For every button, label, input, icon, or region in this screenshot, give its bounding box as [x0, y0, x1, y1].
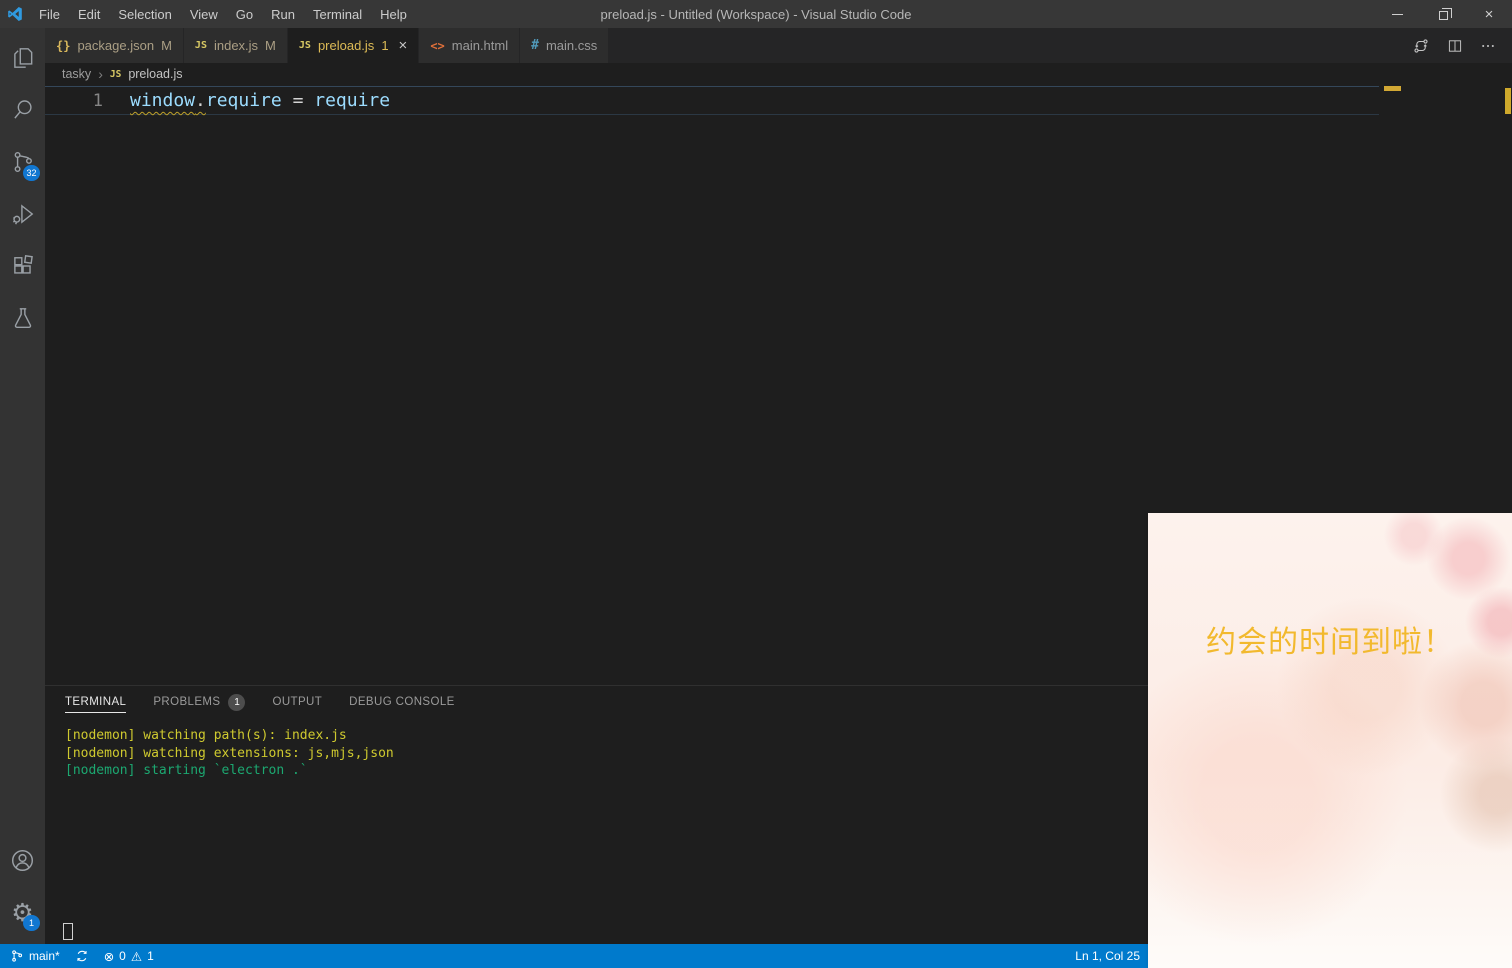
tab-bar: {} package.json M JS index.js M JS prelo… — [45, 28, 1512, 63]
git-modified-badge: M — [161, 38, 172, 53]
restore-icon — [1438, 7, 1452, 20]
settings-badge: 1 — [23, 915, 40, 931]
tab-main-html[interactable]: <> main.html — [419, 28, 521, 63]
overlay-app-window: 约会的时间到啦！ — [1148, 513, 1512, 968]
close-tab-button[interactable]: × — [399, 37, 408, 54]
window-controls: × — [1374, 0, 1512, 28]
vscode-logo-icon — [0, 6, 30, 22]
branch-icon — [12, 950, 23, 962]
tab-preload-js[interactable]: JS preload.js 1 × — [287, 28, 420, 63]
open-changes-icon[interactable] — [1412, 37, 1430, 55]
sidebar-item-explorer[interactable] — [0, 32, 45, 84]
sidebar-item-run-debug[interactable] — [0, 188, 45, 240]
extensions-icon — [10, 253, 36, 279]
git-modified-badge: M — [265, 38, 276, 53]
error-count: 0 — [119, 949, 126, 963]
warning-count: 1 — [147, 949, 154, 963]
account-icon — [9, 847, 36, 874]
split-editor-icon[interactable] — [1447, 38, 1463, 54]
panel-tab-label: DEBUG CONSOLE — [349, 696, 455, 708]
panel-tab-label: OUTPUT — [272, 696, 323, 708]
problems-status[interactable]: ⊗ 0 ⚠ 1 — [104, 949, 154, 964]
more-actions-icon[interactable] — [1480, 38, 1496, 54]
breadcrumb-folder[interactable]: tasky — [62, 67, 91, 81]
panel-tab-terminal[interactable]: TERMINAL — [65, 686, 127, 718]
menu-item-go[interactable]: Go — [227, 7, 262, 22]
minimize-icon — [1391, 13, 1403, 15]
tab-index-js[interactable]: JS index.js M — [183, 28, 288, 63]
sync-status[interactable] — [75, 949, 89, 963]
menu-item-edit[interactable]: Edit — [69, 7, 109, 22]
js-file-icon: JS — [109, 68, 122, 80]
warning-icon: ⚠ — [130, 948, 143, 964]
window-title: preload.js - Untitled (Workspace) - Visu… — [600, 6, 912, 22]
tab-label: main.html — [451, 38, 509, 53]
warning-squiggle: window. — [130, 90, 206, 111]
tab-main-css[interactable]: # main.css — [520, 28, 610, 63]
cursor-position[interactable]: Ln 1, Col 25 — [1075, 949, 1140, 963]
run-debug-icon — [10, 201, 36, 227]
sidebar-item-source-control[interactable]: 32 — [0, 136, 45, 188]
json-file-icon: {} — [56, 38, 71, 53]
code-line-1[interactable]: 1 window.require = require — [45, 86, 390, 115]
chevron-right-icon: › — [98, 66, 103, 82]
files-icon — [10, 45, 36, 71]
menu-item-help[interactable]: Help — [371, 7, 416, 22]
sidebar-item-testing[interactable] — [0, 292, 45, 344]
menu-item-terminal[interactable]: Terminal — [304, 7, 371, 22]
panel-tab-problems[interactable]: PROBLEMS 1 — [153, 686, 246, 718]
panel-tab-output[interactable]: OUTPUT — [272, 686, 322, 718]
js-file-icon: JS — [298, 40, 311, 51]
tab-label: main.css — [545, 38, 598, 53]
sync-icon — [77, 950, 87, 962]
breadcrumb-file[interactable]: preload.js — [128, 67, 182, 81]
panel-tab-debug-console[interactable]: DEBUG CONSOLE — [349, 686, 455, 718]
terminal-cursor — [63, 923, 73, 940]
breadcrumb: tasky › JS preload.js — [45, 63, 1512, 85]
menu-bar: File Edit Selection View Go Run Terminal… — [30, 0, 416, 28]
menu-item-file[interactable]: File — [30, 7, 69, 22]
menu-item-view[interactable]: View — [181, 7, 227, 22]
problems-badge: 1 — [228, 693, 246, 711]
sidebar-item-search[interactable] — [0, 84, 45, 136]
tab-label: index.js — [213, 38, 259, 53]
editor-actions — [1412, 28, 1512, 63]
code-text: window.require = require — [130, 90, 391, 111]
minimap-line-marker — [1384, 86, 1401, 91]
tab-package-json[interactable]: {} package.json M — [45, 28, 184, 63]
sidebar-item-accounts[interactable] — [0, 834, 45, 886]
menu-item-run[interactable]: Run — [262, 7, 304, 22]
close-button[interactable]: × — [1466, 0, 1512, 28]
title-bar: File Edit Selection View Go Run Terminal… — [0, 0, 1512, 28]
panel-tab-label: TERMINAL — [65, 696, 127, 708]
minimize-button[interactable] — [1374, 0, 1420, 28]
tab-label: preload.js — [317, 38, 375, 53]
branch-name: main* — [29, 949, 60, 963]
search-icon — [10, 97, 36, 123]
sidebar-item-extensions[interactable] — [0, 240, 45, 292]
css-file-icon: # — [531, 38, 539, 53]
activity-bar: 32 ⚙ 1 — [0, 28, 45, 944]
restore-button[interactable] — [1420, 0, 1466, 28]
activity-bar-bottom: ⚙ 1 — [0, 834, 45, 944]
tab-label: package.json — [77, 38, 155, 53]
problems-count-badge: 1 — [381, 38, 389, 53]
overlay-message: 约会的时间到啦！ — [1206, 625, 1454, 660]
error-icon: ⊗ — [103, 948, 115, 964]
js-file-icon: JS — [194, 40, 207, 51]
overview-warning-marker — [1505, 88, 1511, 114]
line-number: 1 — [92, 90, 103, 111]
panel-tab-label: PROBLEMS — [153, 696, 221, 708]
source-control-badge: 32 — [23, 165, 40, 181]
flask-icon — [10, 305, 36, 331]
git-branch-status[interactable]: main* — [10, 949, 60, 963]
menu-item-selection[interactable]: Selection — [109, 7, 180, 22]
sidebar-item-settings[interactable]: ⚙ 1 — [0, 886, 45, 938]
html-file-icon: <> — [430, 38, 445, 53]
